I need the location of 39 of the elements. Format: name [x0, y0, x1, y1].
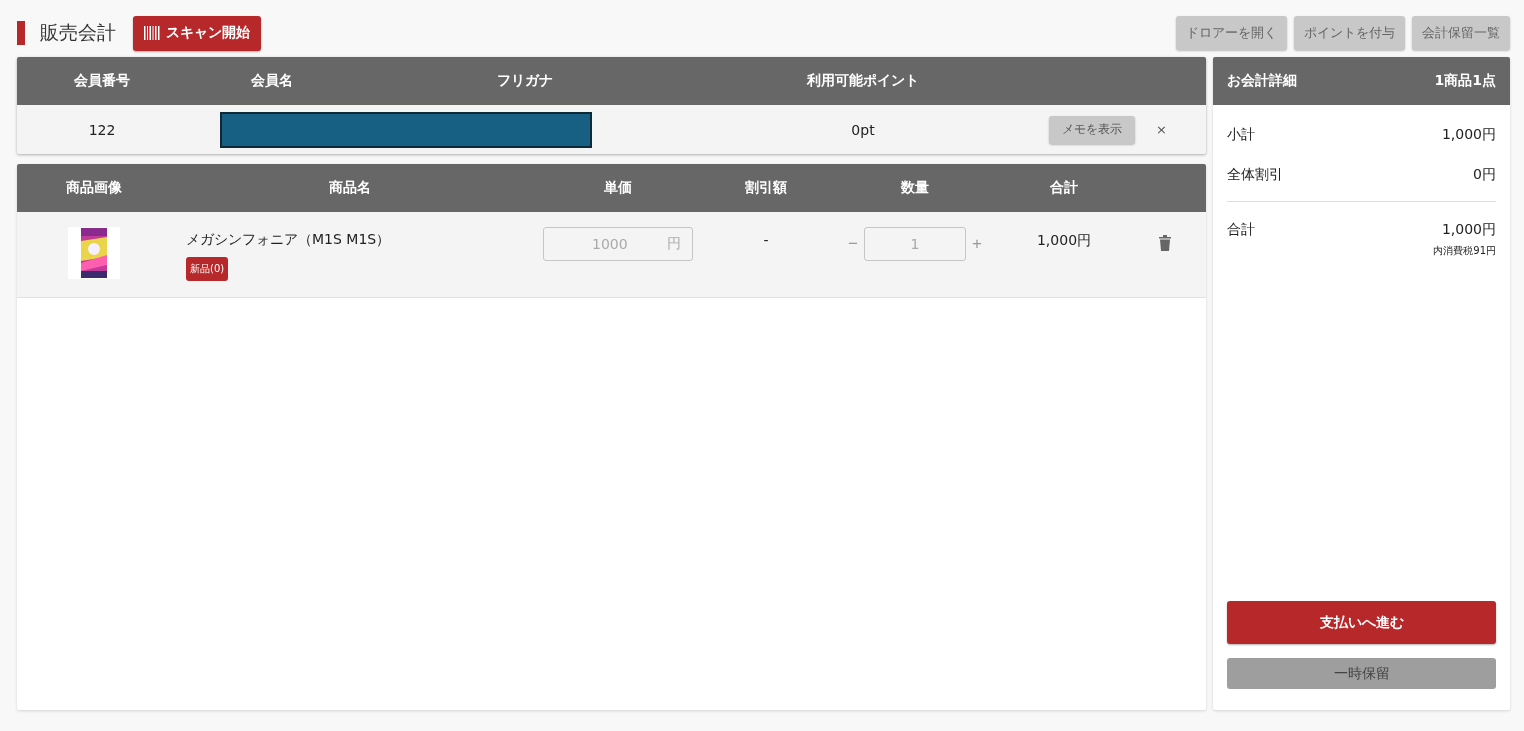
column-header: 商品名 [328, 179, 372, 197]
toolbar-button[interactable]: ドロアーを開く [1176, 16, 1287, 50]
table-cell-text: 0pt [850, 121, 876, 138]
increment-button[interactable]: + [966, 234, 988, 254]
column-header: 会員名 [250, 72, 294, 90]
product-name: メガシンフォニア（M1S M1S） [186, 231, 391, 249]
summary-label: 小計 [1227, 126, 1255, 144]
column-header: 合計 [1049, 179, 1079, 197]
column-header: 単価 [603, 179, 633, 197]
pay-button[interactable]: 支払いへ進む [1227, 601, 1496, 644]
trash-icon [1157, 234, 1172, 251]
title-marker [17, 21, 25, 45]
table-cell: - [763, 232, 769, 248]
column-header: 会員番号 [73, 72, 131, 90]
barcode-icon [144, 26, 160, 40]
scan-button[interactable]: スキャン開始 [133, 15, 261, 51]
column-header: 利用可能ポイント [806, 72, 920, 90]
summary-label: 全体割引 [1227, 166, 1283, 184]
hold-button[interactable]: 一時保留 [1227, 658, 1496, 689]
item-count: 1商品1点 [1434, 72, 1496, 90]
panel-title: お会計詳細 [1227, 72, 1297, 90]
column-header: 割引額 [744, 179, 788, 197]
column-header: 商品画像 [65, 179, 123, 197]
table-cell: 1,000円 [1036, 232, 1092, 248]
tax-note: 内消費税91円 [1433, 244, 1496, 258]
total-value: 1,000円 [1441, 221, 1496, 239]
toolbar-button[interactable]: ポイントを付与 [1294, 16, 1405, 50]
delete-button[interactable] [1157, 234, 1172, 251]
condition-badge: 新品(0) [186, 257, 229, 281]
memo-button[interactable]: メモを表示 [1049, 115, 1135, 144]
column-header: 数量 [900, 179, 930, 197]
table-cell-text: 122 [87, 121, 117, 138]
summary-value: 1,000円 [1441, 126, 1496, 144]
total-label: 合計 [1227, 221, 1255, 239]
summary-value: 0円 [1473, 166, 1496, 184]
column-header: フリガナ [496, 72, 554, 90]
close-button[interactable]: × [1150, 121, 1173, 138]
decrement-button[interactable]: − [842, 234, 864, 254]
page-title: 販売会計 [40, 20, 116, 45]
